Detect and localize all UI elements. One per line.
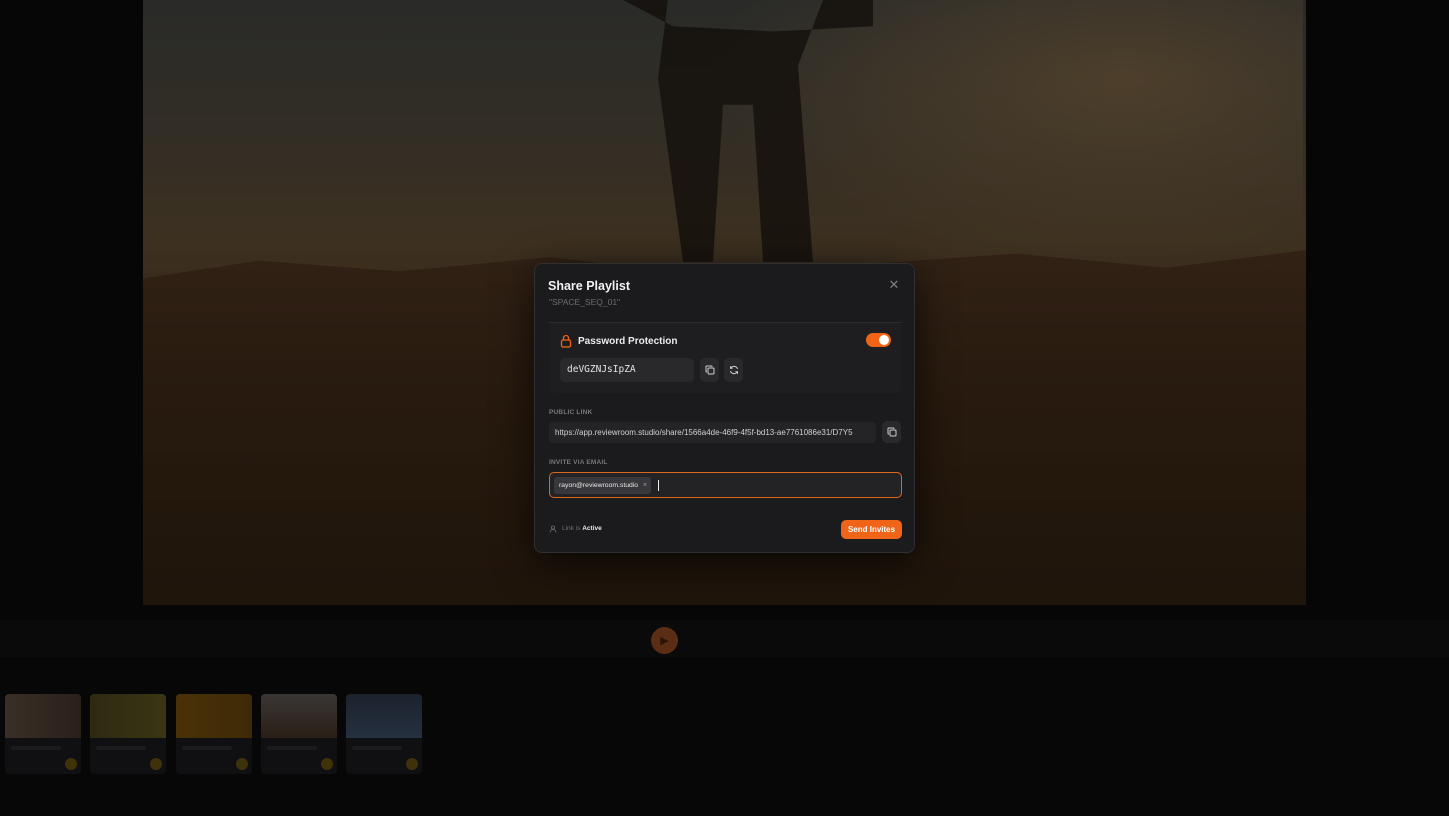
public-link-field[interactable]: https://app.reviewroom.studio/share/1566… xyxy=(549,422,876,443)
email-chip-text: rayon@reviewroom.studio xyxy=(559,482,639,489)
star-icon xyxy=(150,758,162,770)
password-protection-toggle[interactable] xyxy=(866,333,891,347)
star-icon xyxy=(321,758,333,770)
play-icon: ▶ xyxy=(660,635,669,647)
toggle-knob xyxy=(879,335,889,345)
left-panel xyxy=(0,0,143,605)
share-playlist-dialog: Share Playlist "SPACE_SEQ_01" ✕ Password… xyxy=(534,263,915,553)
text-caret xyxy=(658,480,659,491)
email-chip: rayon@reviewroom.studio × xyxy=(554,477,652,494)
lock-icon xyxy=(560,334,572,348)
playlist-thumbnail[interactable] xyxy=(346,694,422,774)
playlist-name: "SPACE_SEQ_01" xyxy=(549,297,621,307)
playlist-thumbnail[interactable] xyxy=(90,694,166,774)
dialog-title: Share Playlist xyxy=(548,279,630,293)
play-button[interactable]: ▶ xyxy=(651,627,678,654)
password-protection-label: Password Protection xyxy=(578,336,678,347)
copy-icon xyxy=(705,365,714,375)
player-controls-bar xyxy=(0,620,1449,658)
star-icon xyxy=(406,758,418,770)
copy-password-button[interactable] xyxy=(700,358,719,382)
password-field[interactable]: deVGZNJsIpZA xyxy=(560,358,694,382)
invite-email-input[interactable]: rayon@reviewroom.studio × xyxy=(549,472,902,498)
playlist-thumbnail[interactable] xyxy=(261,694,337,774)
star-icon xyxy=(65,758,77,770)
right-panel xyxy=(1306,0,1449,605)
copy-icon xyxy=(887,427,896,437)
link-status-state: Active xyxy=(582,525,602,532)
link-status-prefix: Link is xyxy=(562,525,583,532)
star-icon xyxy=(236,758,248,770)
close-icon[interactable]: ✕ xyxy=(887,278,901,292)
playlist-thumbnail[interactable] xyxy=(176,694,252,774)
user-icon xyxy=(549,525,557,533)
regenerate-password-button[interactable] xyxy=(724,358,743,382)
playlist-thumbnail[interactable] xyxy=(5,694,81,774)
refresh-icon xyxy=(729,365,738,375)
copy-link-button[interactable] xyxy=(882,421,901,443)
send-invites-button[interactable]: Send Invites xyxy=(841,520,902,539)
public-link-label: PUBLIC LINK xyxy=(549,409,593,416)
app-root: ▶ Share Playlist "SPACE_SEQ_01" ✕ Passwo… xyxy=(0,0,1449,816)
remove-email-icon[interactable]: × xyxy=(643,477,647,494)
link-status: Link is Active xyxy=(562,525,602,532)
invite-via-email-label: INVITE VIA EMAIL xyxy=(549,459,608,466)
